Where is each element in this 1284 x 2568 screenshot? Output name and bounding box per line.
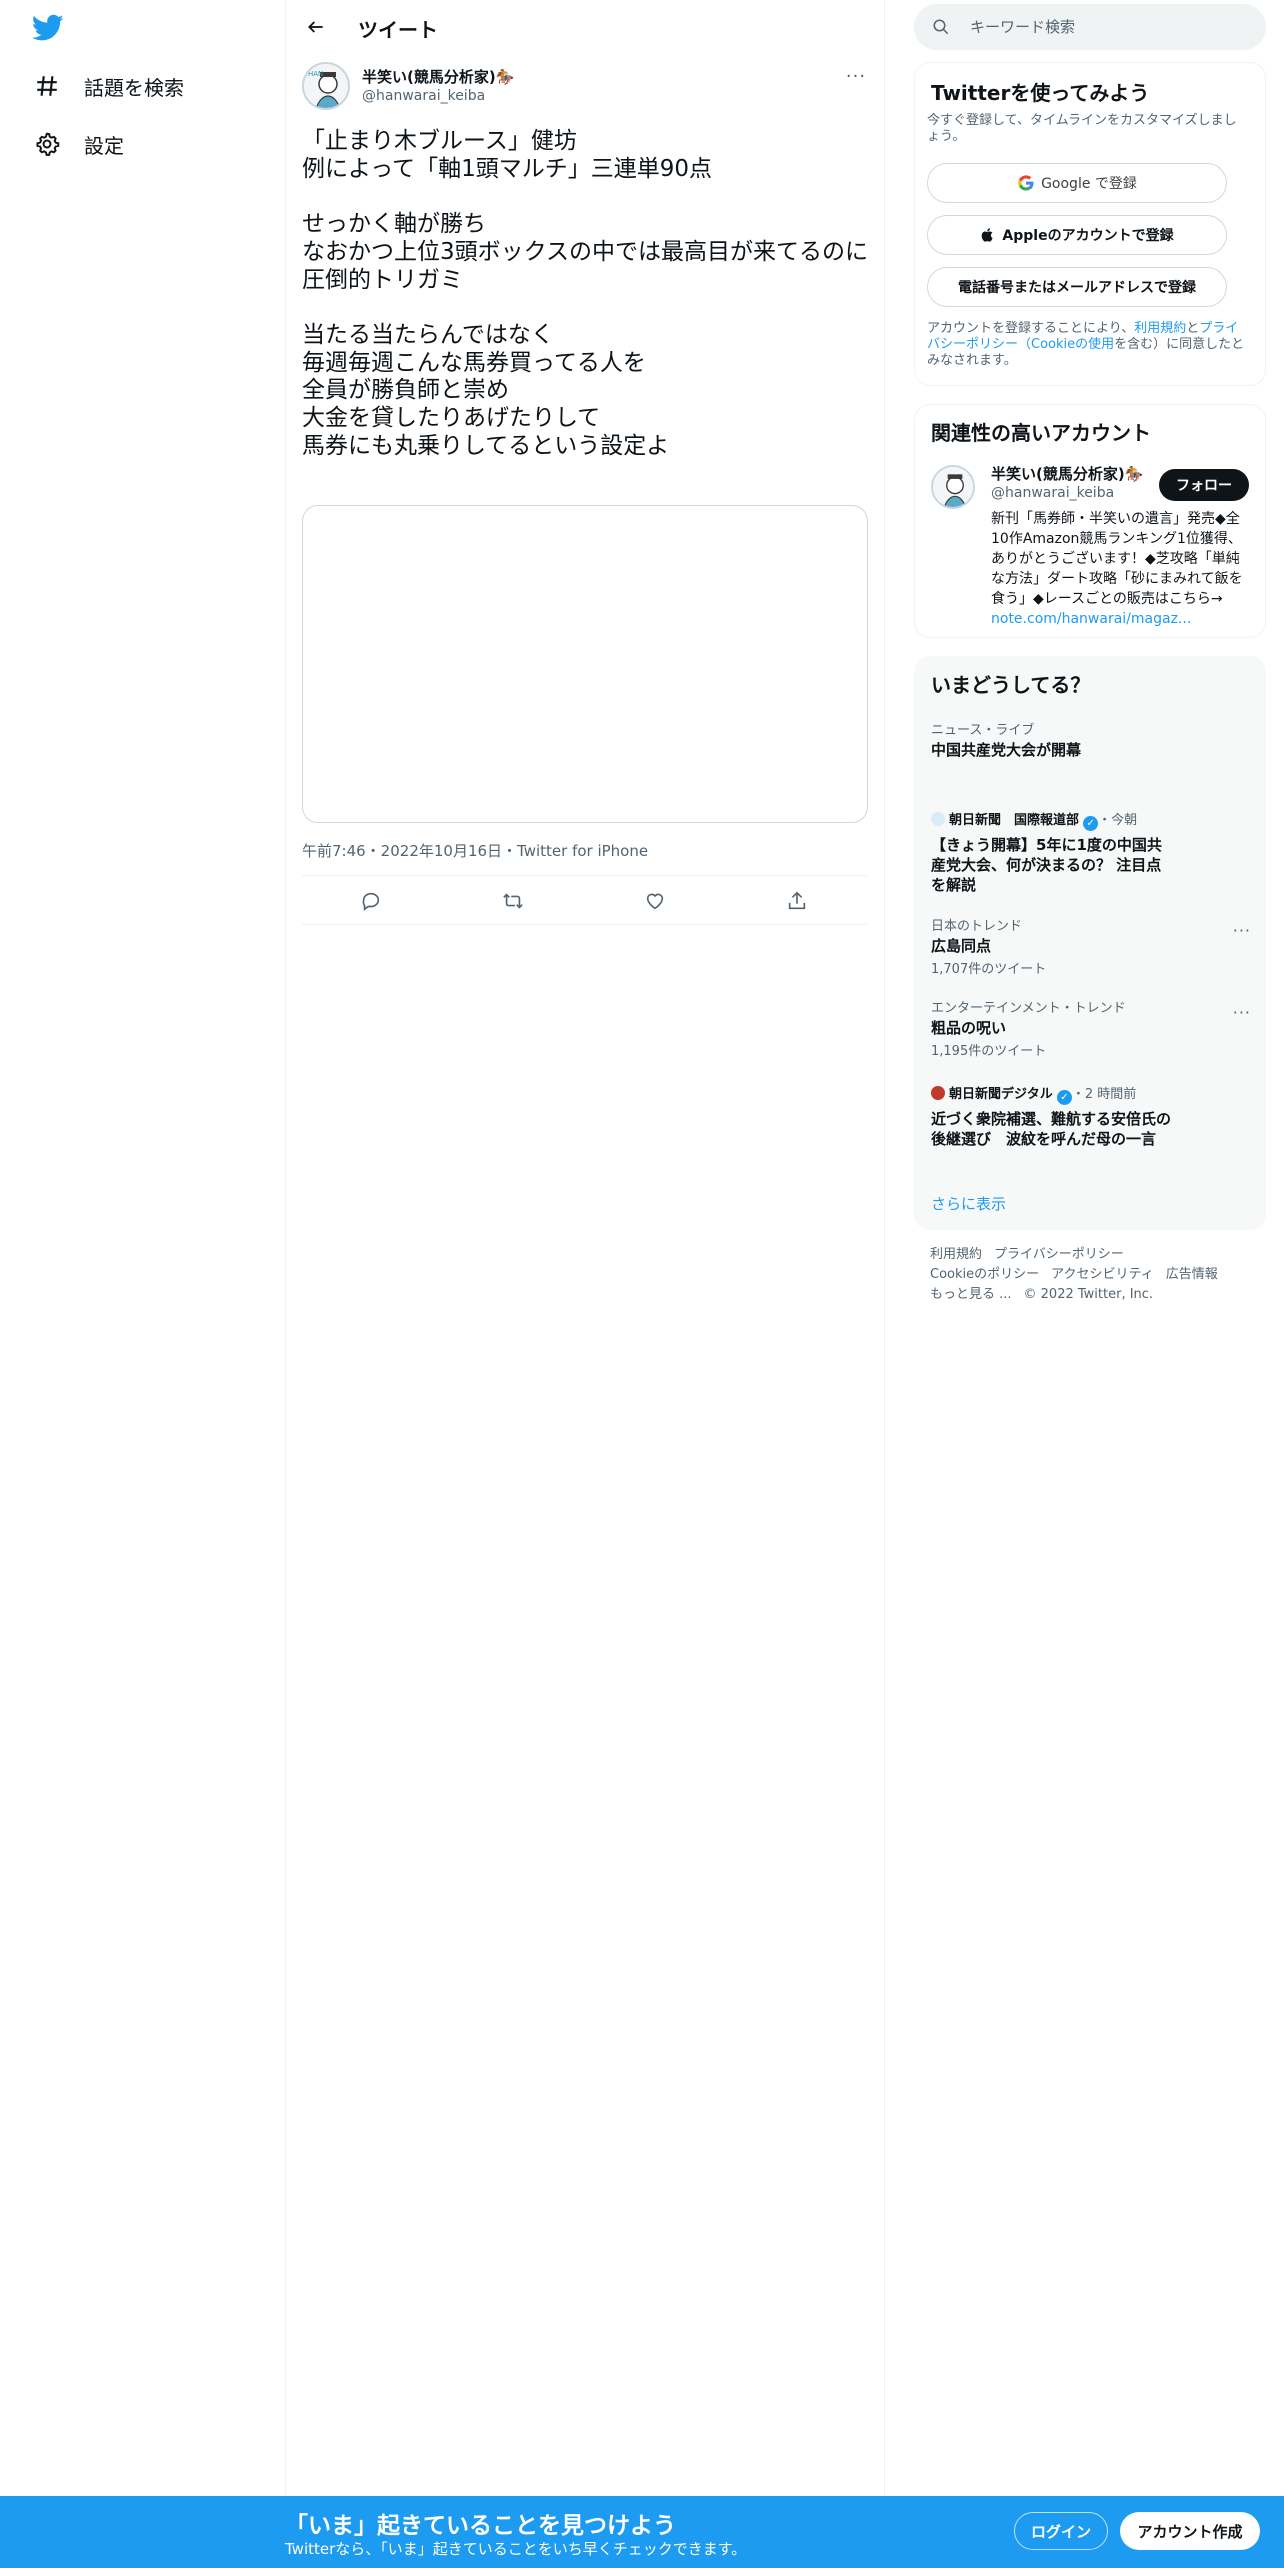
more-options-icon[interactable]: ··· bbox=[1233, 921, 1251, 940]
trends-card: いまどうしてる？ ニュース・ライブ 中国共産党大会が開幕 朝日新聞 国際報道部 … bbox=[914, 656, 1266, 1230]
trend-title: 【きょう開幕】5年に1度の中国共産党大会、何が決まるの？ 注目点を解説 bbox=[931, 836, 1162, 894]
google-icon bbox=[1017, 174, 1035, 192]
tweet-text: 「止まり木ブルース」健坊 例によって「軸1頭マルチ」三連単90点 せっかく軸が勝… bbox=[302, 128, 868, 459]
related-bio-text: 新刊「馬券師・半笑いの遺言」発売◆全10作Amazon競馬ランキング1位獲得、あ… bbox=[991, 511, 1243, 607]
verified-icon: ✓ bbox=[1083, 816, 1099, 831]
search-input[interactable] bbox=[970, 14, 1250, 40]
news-source-icon bbox=[931, 812, 945, 826]
trend-item[interactable]: 朝日新聞 国際報道部 ✓ ・今朝 【きょう開幕】5年に1度の中国共産党大会、何が決… bbox=[931, 809, 1251, 895]
follow-button[interactable]: フォロー bbox=[1159, 469, 1249, 501]
footer-more-link[interactable]: もっと見る ... bbox=[930, 1287, 1012, 1302]
trend-title: 中国共産党大会が開幕 bbox=[931, 741, 1082, 759]
back-arrow-icon[interactable] bbox=[298, 9, 334, 45]
search-icon bbox=[932, 18, 950, 40]
footer-accessibility-link[interactable]: アクセシビリティ bbox=[1051, 1267, 1154, 1282]
trend-time: ・今朝 bbox=[1098, 813, 1138, 828]
signup-terms: アカウントを登録することにより、利用規約とプライバシーポリシー（Cookieの使… bbox=[927, 321, 1249, 369]
tweet-actions bbox=[302, 875, 868, 925]
terms-link[interactable]: 利用規約 bbox=[1134, 321, 1186, 336]
trend-source: 朝日新聞 国際報道部 bbox=[949, 813, 1080, 828]
trend-title: 粗品の呪い bbox=[931, 1019, 1007, 1037]
related-name[interactable]: 半笑い(競馬分析家)🏇 bbox=[991, 463, 1143, 484]
footer-links: 利用規約 プライバシーポリシー Cookieのポリシー アクセシビリティ 広告情報 も… bbox=[930, 1245, 1250, 1305]
reply-icon[interactable] bbox=[358, 888, 384, 914]
nav-settings-label: 設定 bbox=[84, 133, 124, 158]
tweet-media[interactable] bbox=[302, 505, 868, 823]
trend-item[interactable]: 朝日新聞デジタル ✓ ・2 時間前 近づく衆院補選、難航する安倍氏の後継選び 波紋… bbox=[931, 1083, 1251, 1149]
login-button[interactable]: ログイン bbox=[1014, 2512, 1108, 2550]
tweet-timestamp[interactable]: 午前7:46・2022年10月16日・Twitter for iPhone bbox=[302, 840, 648, 861]
twitter-logo-icon[interactable] bbox=[31, 14, 64, 42]
trend-title: 近づく衆院補選、難航する安倍氏の後継選び 波紋を呼んだ母の一言 bbox=[931, 1110, 1172, 1148]
like-icon[interactable] bbox=[642, 888, 668, 914]
related-title: 関連性の高いアカウント bbox=[931, 421, 1151, 445]
footer-cookie-link[interactable]: Cookieのポリシー bbox=[930, 1267, 1039, 1282]
trend-category: 日本のトレンド bbox=[931, 919, 1023, 934]
retweet-icon[interactable] bbox=[500, 888, 526, 914]
related-handle[interactable]: @hanwarai_keiba bbox=[991, 485, 1114, 501]
trend-count: 1,195件のツイート bbox=[931, 1044, 1047, 1059]
terms-prefix: アカウントを登録することにより、 bbox=[927, 321, 1135, 336]
apple-icon bbox=[980, 226, 996, 244]
trend-count: 1,707件のツイート bbox=[931, 962, 1047, 977]
trend-item[interactable]: エンターテインメント・トレンド 粗品の呪い 1,195件のツイート ··· bbox=[931, 997, 1251, 1059]
bottom-signup-bar: 「いま」起きていることを見つけよう Twitterなら、「いま」起きていることを… bbox=[0, 2496, 1284, 2568]
nav-explore[interactable]: 話題を検索 bbox=[30, 64, 184, 108]
footer-copyright: © 2022 Twitter, Inc. bbox=[1023, 1287, 1154, 1302]
search-bar[interactable] bbox=[914, 4, 1266, 50]
signup-card: Twitterを使ってみよう 今すぐ登録して、タイムラインをカスタマイズしましょ… bbox=[914, 62, 1266, 386]
nav-explore-label: 話題を検索 bbox=[84, 75, 184, 100]
related-accounts-card: 関連性の高いアカウント 半笑い(競馬分析家)🏇 @hanwarai_keiba … bbox=[914, 404, 1266, 638]
trend-item[interactable]: ニュース・ライブ 中国共産党大会が開幕 bbox=[931, 719, 1251, 760]
tweet-column: ツイート HAN 半笑い(競馬分析家)🏇 @hanwarai_keiba ···… bbox=[286, 0, 885, 2500]
footer-terms-link[interactable]: 利用規約 bbox=[930, 1247, 982, 1262]
signup-subtitle: 今すぐ登録して、タイムラインをカスタマイズしましょう。 bbox=[927, 113, 1237, 144]
trend-source: 朝日新聞デジタル bbox=[949, 1087, 1053, 1102]
author-name[interactable]: 半笑い(競馬分析家)🏇 bbox=[362, 66, 514, 87]
nav-settings[interactable]: 設定 bbox=[30, 122, 124, 166]
phone-signup-button[interactable]: 電話番号またはメールアドレスで登録 bbox=[927, 267, 1227, 307]
gear-icon bbox=[30, 127, 64, 161]
terms-and: と bbox=[1186, 321, 1200, 336]
signup-button[interactable]: アカウント作成 bbox=[1120, 2512, 1260, 2550]
related-bio: 新刊「馬券師・半笑いの遺言」発売◆全10作Amazon競馬ランキング1位獲得、あ… bbox=[991, 509, 1249, 629]
signup-title: Twitterを使ってみよう bbox=[931, 81, 1150, 105]
hashtag-icon bbox=[30, 69, 64, 103]
show-more-link[interactable]: さらに表示 bbox=[931, 1193, 1006, 1214]
page-title: ツイート bbox=[358, 18, 438, 42]
related-bio-link[interactable]: note.com/hanwarai/magaz... bbox=[991, 611, 1191, 627]
google-signup-button[interactable]: Google で登録 bbox=[927, 163, 1227, 203]
related-avatar[interactable] bbox=[931, 465, 975, 509]
footer-privacy-link[interactable]: プライバシーポリシー bbox=[994, 1247, 1124, 1262]
apple-signup-label: Appleのアカウントで登録 bbox=[1002, 228, 1174, 244]
trend-title: 広島同点 bbox=[931, 937, 992, 955]
bottom-bar-title: 「いま」起きていることを見つけよう bbox=[285, 2513, 676, 2539]
share-icon[interactable] bbox=[784, 888, 810, 914]
apple-signup-button[interactable]: Appleのアカウントで登録 bbox=[927, 215, 1227, 255]
google-signup-label: Google で登録 bbox=[1041, 176, 1137, 192]
trend-time: ・2 時間前 bbox=[1071, 1087, 1137, 1102]
trend-item[interactable]: 日本のトレンド 広島同点 1,707件のツイート ··· bbox=[931, 915, 1251, 977]
more-options-icon[interactable]: ··· bbox=[844, 66, 868, 87]
avatar[interactable]: HAN bbox=[302, 62, 350, 110]
more-options-icon[interactable]: ··· bbox=[1233, 1003, 1251, 1022]
verified-icon: ✓ bbox=[1056, 1090, 1072, 1105]
trend-category: エンターテインメント・トレンド bbox=[931, 1001, 1126, 1016]
trend-category: ニュース・ライブ bbox=[931, 723, 1035, 738]
news-source-icon bbox=[931, 1086, 945, 1100]
footer-ads-link[interactable]: 広告情報 bbox=[1166, 1267, 1218, 1282]
bottom-bar-subtitle: Twitterなら、「いま」起きていることをいち早くチェックできます。 bbox=[285, 2540, 747, 2558]
trends-title: いまどうしてる？ bbox=[931, 673, 1091, 697]
svg-text:HAN: HAN bbox=[308, 70, 323, 78]
left-nav: 話題を検索 設定 bbox=[0, 0, 286, 2568]
author-handle[interactable]: @hanwarai_keiba bbox=[362, 88, 485, 104]
